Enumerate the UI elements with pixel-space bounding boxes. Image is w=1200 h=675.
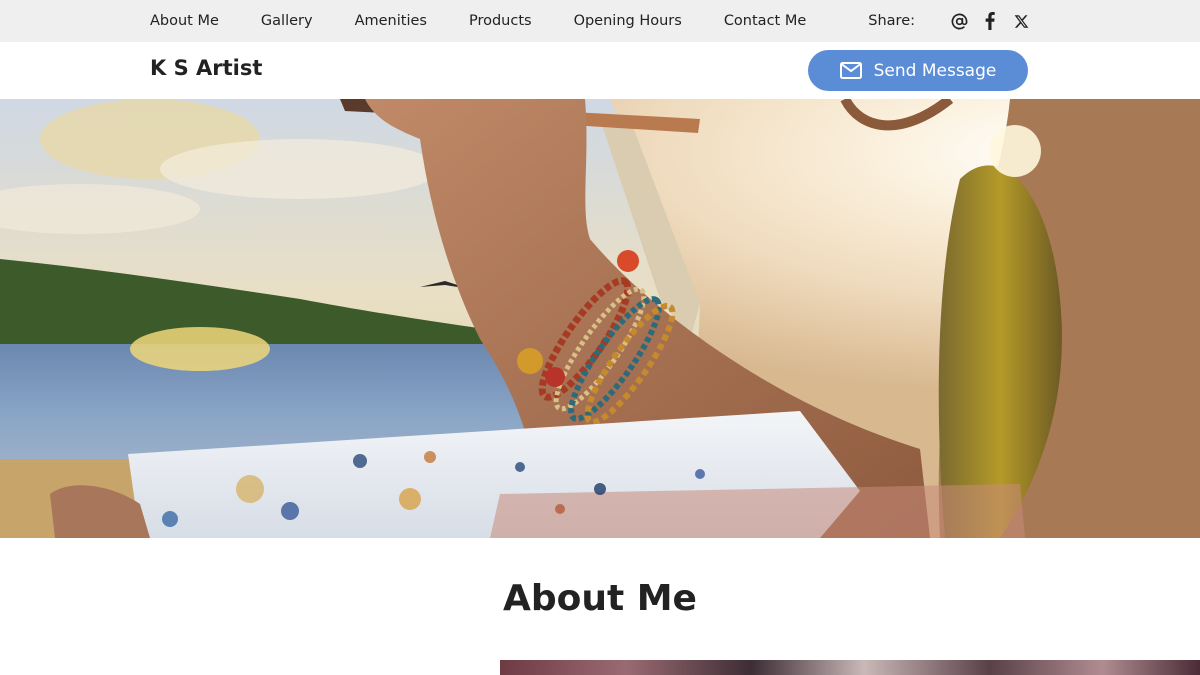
nav-link-about-me[interactable]: About Me [150, 13, 219, 29]
main-nav: About Me Gallery Amenities Products Open… [150, 0, 848, 42]
nav-link-opening-hours[interactable]: Opening Hours [574, 13, 682, 29]
site-header: K S Artist Send Message [0, 42, 1200, 99]
nav-link-amenities[interactable]: Amenities [355, 13, 427, 29]
about-section-title: About Me [503, 578, 697, 619]
nav-link-contact-me[interactable]: Contact Me [724, 13, 806, 29]
x-icon[interactable] [1012, 12, 1030, 30]
nav-link-products[interactable]: Products [469, 13, 532, 29]
hero-image [0, 99, 1200, 538]
share-label: Share: [868, 13, 915, 29]
facebook-icon[interactable] [981, 12, 999, 30]
send-message-button[interactable]: Send Message [808, 50, 1028, 91]
top-nav-bar: About Me Gallery Amenities Products Open… [0, 0, 1200, 42]
mail-icon [839, 62, 862, 79]
brand-logo-text[interactable]: K S Artist [150, 56, 262, 80]
at-icon[interactable] [950, 12, 968, 30]
nav-link-gallery[interactable]: Gallery [261, 13, 313, 29]
send-message-label: Send Message [873, 60, 997, 81]
share-group: Share: [868, 0, 1030, 42]
about-image [500, 660, 1200, 675]
